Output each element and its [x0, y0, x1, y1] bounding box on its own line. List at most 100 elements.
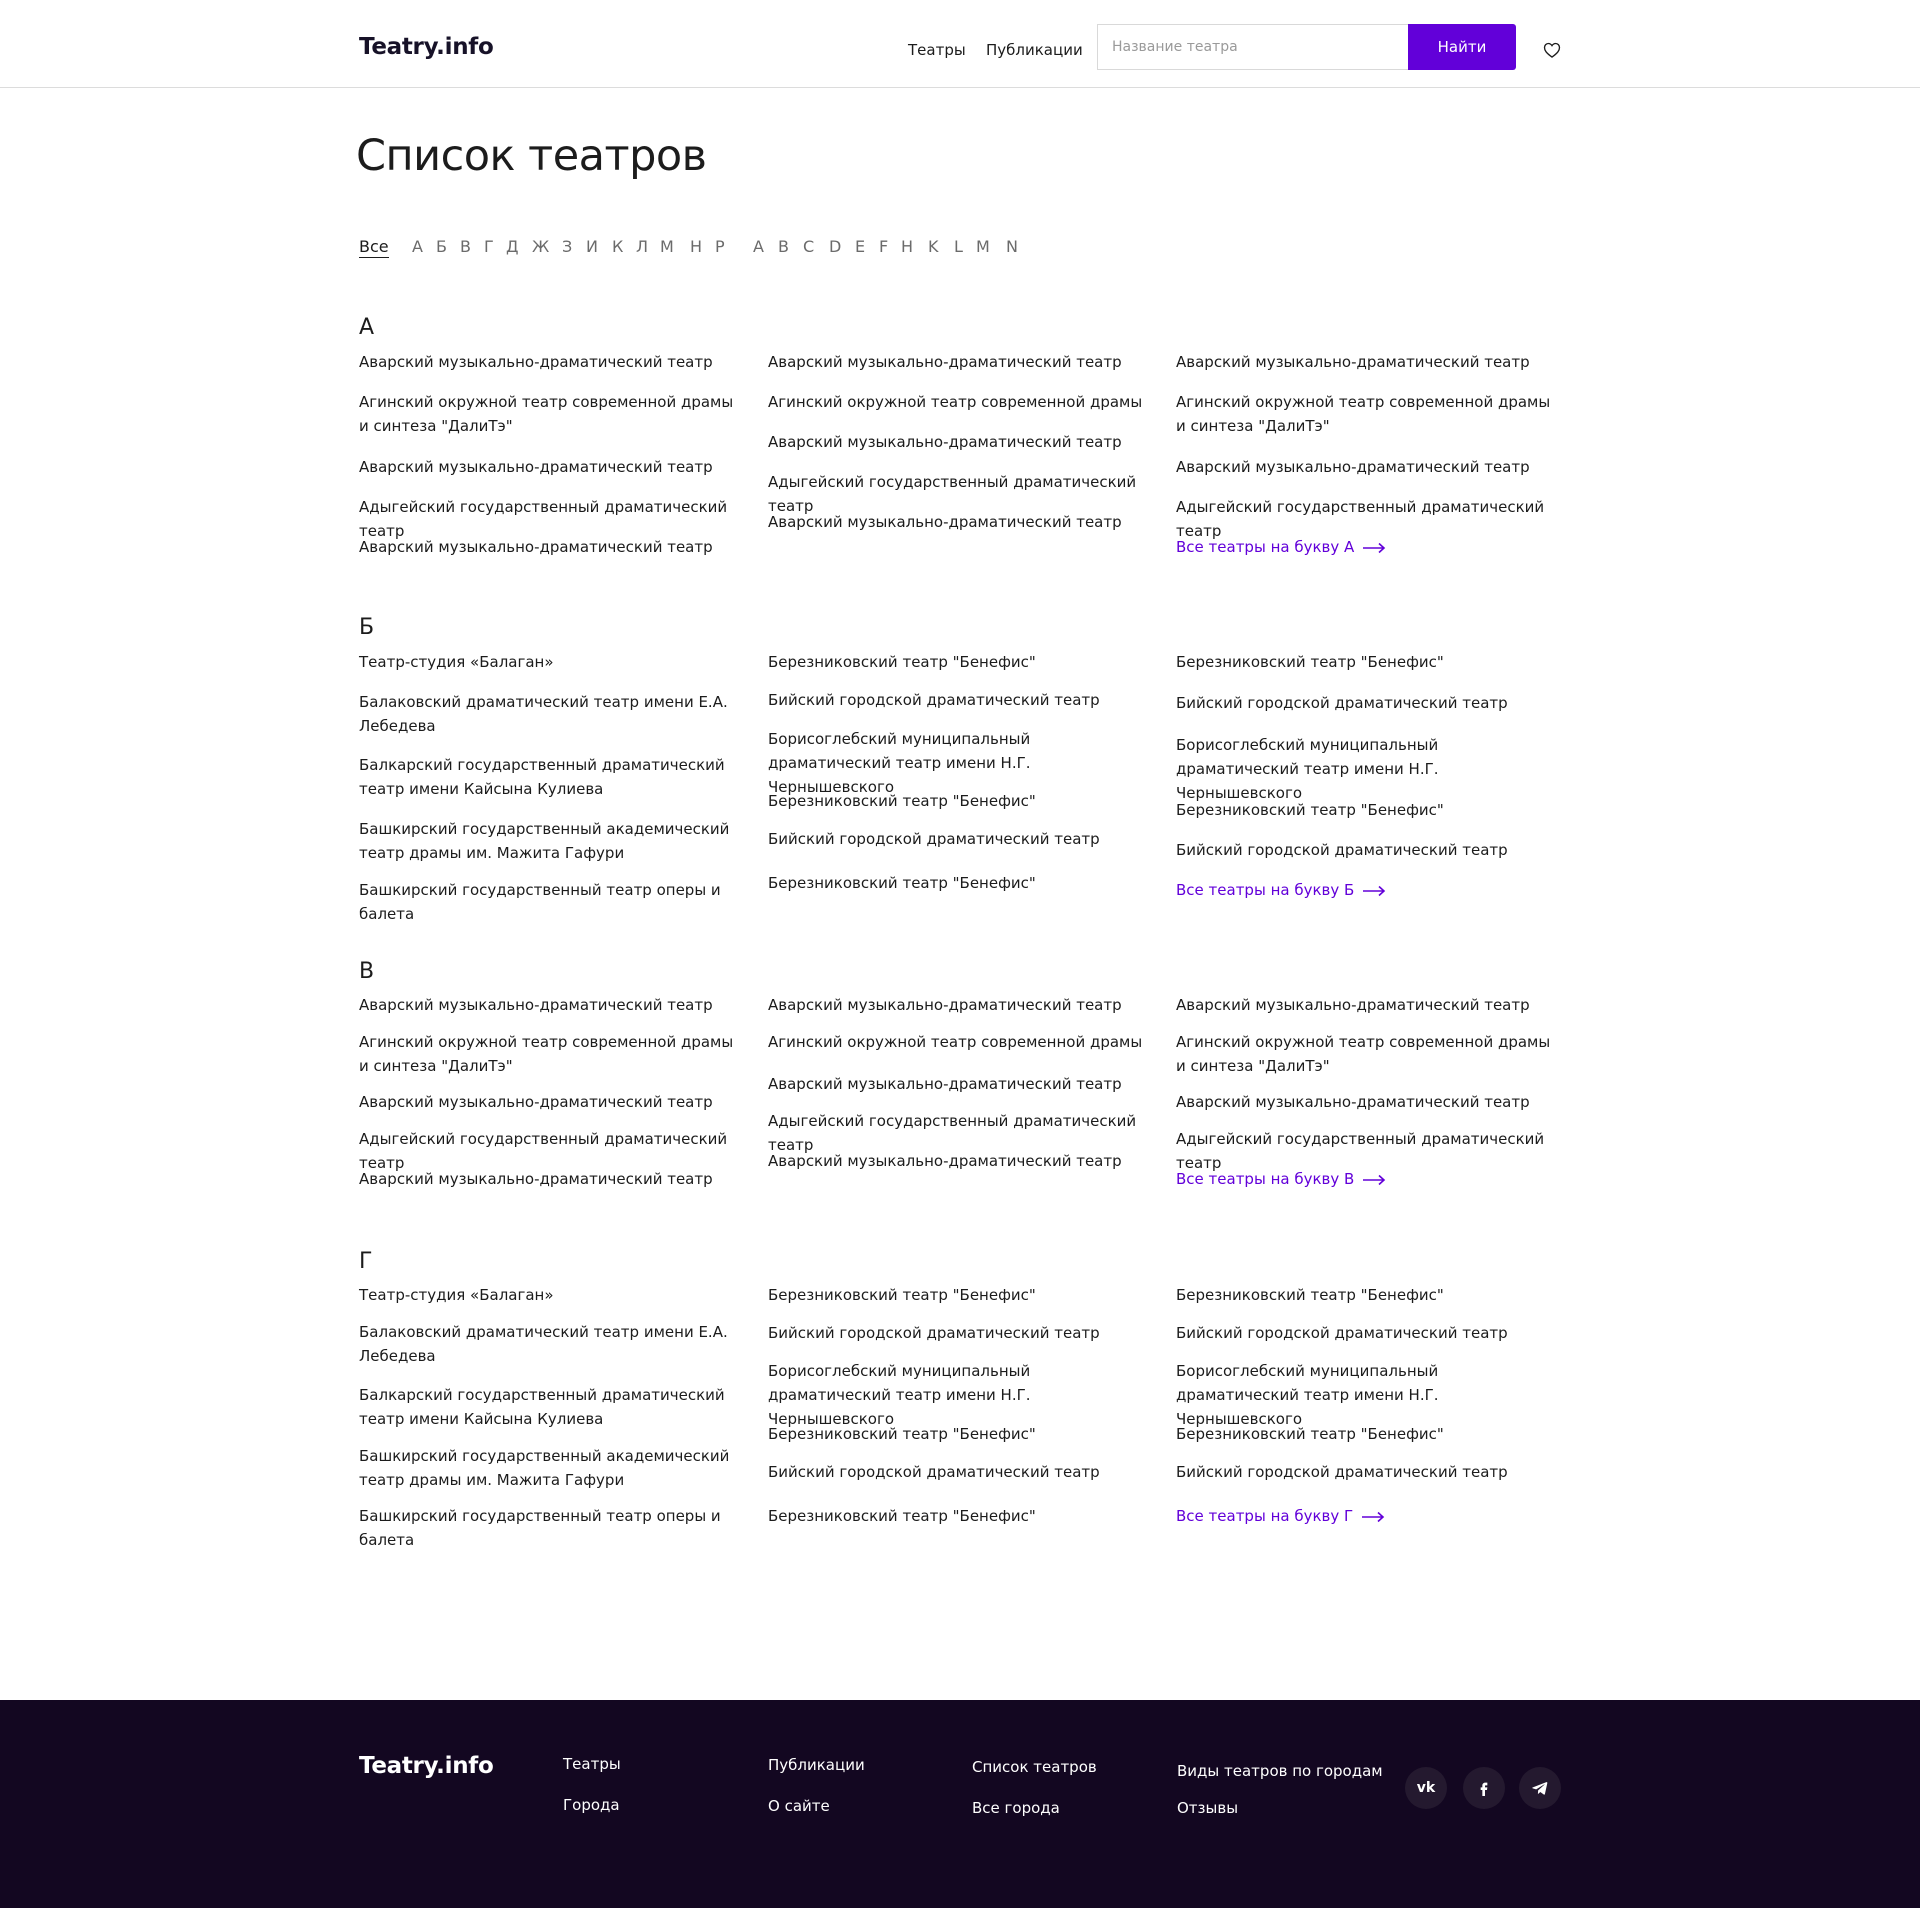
footer-logo[interactable]: Teatry.info: [359, 1751, 494, 1781]
theatre-link[interactable]: Березниковский театр "Бенефис": [1176, 798, 1561, 822]
theatre-link[interactable]: Аварский музыкально-драматический театр: [1176, 455, 1561, 479]
nav-theatres[interactable]: Театры: [908, 40, 966, 60]
theatre-link[interactable]: Бийский городской драматический театр: [1176, 691, 1561, 715]
alphabet-all[interactable]: Все: [359, 236, 389, 258]
theatre-link[interactable]: Балаковский драматический театр имени Е.…: [359, 1320, 744, 1368]
search-input[interactable]: [1097, 24, 1408, 70]
search-button[interactable]: Найти: [1408, 24, 1516, 70]
theatre-link[interactable]: Бийский городской драматический театр: [768, 1321, 1153, 1345]
theatre-link[interactable]: Аварский музыкально-драматический театр: [359, 535, 744, 559]
alphabet-letter[interactable]: B: [778, 236, 789, 258]
all-theatres-by-letter-link[interactable]: Все театры на букву В: [1176, 1167, 1386, 1191]
theatre-link[interactable]: Агинский окружной театр современной драм…: [768, 1030, 1153, 1054]
alphabet-letter[interactable]: Р: [715, 236, 725, 258]
footer-link-all-cities[interactable]: Все города: [972, 1798, 1060, 1818]
theatre-link[interactable]: Аварский музыкально-драматический театр: [359, 455, 744, 479]
telegram-icon[interactable]: [1519, 1767, 1561, 1809]
theatre-link[interactable]: Аварский музыкально-драматический театр: [768, 430, 1153, 454]
footer-link-theatre-types[interactable]: Виды театров по городам: [1177, 1761, 1383, 1781]
theatre-link[interactable]: Березниковский театр "Бенефис": [1176, 1283, 1561, 1307]
theatre-link[interactable]: Бийский городской драматический театр: [768, 1460, 1153, 1484]
theatre-link[interactable]: Березниковский театр "Бенефис": [768, 789, 1153, 813]
heart-icon[interactable]: [1542, 40, 1562, 60]
alphabet-letter[interactable]: К: [612, 236, 623, 258]
theatre-link[interactable]: Башкирский государственный академический…: [359, 1444, 744, 1492]
vk-icon[interactable]: vk: [1405, 1767, 1447, 1809]
theatre-link[interactable]: Березниковский театр "Бенефис": [1176, 650, 1561, 674]
alphabet-letter[interactable]: F: [879, 236, 888, 258]
theatre-link[interactable]: Аварский музыкально-драматический театр: [768, 350, 1153, 374]
nav-publications[interactable]: Публикации: [986, 40, 1083, 60]
theatre-link[interactable]: Аварский музыкально-драматический театр: [359, 1090, 744, 1114]
theatre-link[interactable]: Балкарский государственный драматический…: [359, 1383, 744, 1431]
alphabet-letter[interactable]: C: [803, 236, 814, 258]
theatre-link[interactable]: Башкирский государственный театр оперы и…: [359, 878, 744, 926]
theatre-link[interactable]: Балаковский драматический театр имени Е.…: [359, 690, 744, 738]
theatre-link[interactable]: Агинский окружной театр современной драм…: [1176, 390, 1561, 438]
theatre-link[interactable]: Борисоглебский муниципальный драматическ…: [1176, 733, 1561, 805]
alphabet-letter[interactable]: З: [562, 236, 572, 258]
all-theatres-by-letter-link[interactable]: Все театры на букву Б: [1176, 878, 1386, 902]
alphabet-letter[interactable]: L: [954, 236, 963, 258]
theatre-link[interactable]: Борисоглебский муниципальный драматическ…: [768, 1359, 1153, 1431]
alphabet-letter[interactable]: Ж: [532, 236, 549, 258]
theatre-link[interactable]: Аварский музыкально-драматический театр: [768, 1072, 1153, 1096]
theatre-link[interactable]: Аварский музыкально-драматический театр: [359, 1167, 744, 1191]
theatre-link[interactable]: Театр-студия «Балаган»: [359, 650, 744, 674]
facebook-icon[interactable]: [1463, 1767, 1505, 1809]
theatre-link[interactable]: Аварский музыкально-драматический театр: [1176, 993, 1561, 1017]
theatre-link[interactable]: Березниковский театр "Бенефис": [1176, 1422, 1561, 1446]
theatre-link[interactable]: Бийский городской драматический театр: [1176, 1460, 1561, 1484]
theatre-link[interactable]: Аварский музыкально-драматический театр: [1176, 350, 1561, 374]
alphabet-letter[interactable]: А: [412, 236, 423, 258]
theatre-link[interactable]: Аварский музыкально-драматический театр: [768, 510, 1153, 534]
alphabet-letter[interactable]: K: [928, 236, 939, 258]
theatre-link[interactable]: Березниковский театр "Бенефис": [768, 1504, 1153, 1528]
alphabet-letter[interactable]: И: [586, 236, 598, 258]
theatre-link[interactable]: Балкарский государственный драматический…: [359, 753, 744, 801]
footer-link-about[interactable]: О сайте: [768, 1796, 830, 1816]
footer-link-reviews[interactable]: Отзывы: [1177, 1798, 1238, 1818]
theatre-link[interactable]: Аварский музыкально-драматический театр: [1176, 1090, 1561, 1114]
all-theatres-by-letter-link[interactable]: Все театры на букву Г: [1176, 1504, 1385, 1528]
theatre-link[interactable]: Аварский музыкально-драматический театр: [359, 993, 744, 1017]
footer-link-cities[interactable]: Города: [563, 1795, 620, 1815]
footer-link-theatres[interactable]: Театры: [563, 1754, 621, 1774]
alphabet-letter[interactable]: Г: [484, 236, 494, 258]
theatre-link[interactable]: Бийский городской драматический театр: [1176, 838, 1561, 862]
alphabet-letter[interactable]: D: [829, 236, 841, 258]
alphabet-letter[interactable]: N: [1006, 236, 1018, 258]
theatre-link[interactable]: Агинский окружной театр современной драм…: [1176, 1030, 1561, 1078]
theatre-link[interactable]: Аварский музыкально-драматический театр: [768, 993, 1153, 1017]
site-logo[interactable]: Teatry.info: [359, 32, 494, 62]
alphabet-letter[interactable]: M: [976, 236, 990, 258]
alphabet-letter[interactable]: В: [460, 236, 471, 258]
alphabet-letter[interactable]: H: [901, 236, 913, 258]
theatre-link[interactable]: Березниковский театр "Бенефис": [768, 1283, 1153, 1307]
theatre-link[interactable]: Агинский окружной театр современной драм…: [768, 390, 1153, 414]
theatre-link[interactable]: Березниковский театр "Бенефис": [768, 1422, 1153, 1446]
theatre-link[interactable]: Театр-студия «Балаган»: [359, 1283, 744, 1307]
alphabet-letter[interactable]: Л: [636, 236, 648, 258]
alphabet-letter[interactable]: Н: [690, 236, 702, 258]
alphabet-letter[interactable]: A: [753, 236, 764, 258]
theatre-link[interactable]: Аварский музыкально-драматический театр: [768, 1149, 1153, 1173]
theatre-link[interactable]: Башкирский государственный академический…: [359, 817, 744, 865]
theatre-link[interactable]: Бийский городской драматический театр: [768, 827, 1153, 851]
theatre-link[interactable]: Березниковский театр "Бенефис": [768, 871, 1153, 895]
theatre-link[interactable]: Агинский окружной театр современной драм…: [359, 390, 744, 438]
alphabet-letter[interactable]: Д: [506, 236, 519, 258]
footer-link-theatre-list[interactable]: Список театров: [972, 1757, 1097, 1777]
theatre-link[interactable]: Башкирский государственный театр оперы и…: [359, 1504, 744, 1552]
alphabet-letter[interactable]: М: [660, 236, 674, 258]
theatre-link[interactable]: Бийский городской драматический театр: [768, 688, 1153, 712]
all-theatres-by-letter-link[interactable]: Все театры на букву А: [1176, 535, 1386, 559]
alphabet-letter[interactable]: E: [855, 236, 865, 258]
theatre-link[interactable]: Березниковский театр "Бенефис": [768, 650, 1153, 674]
footer-link-publications[interactable]: Публикации: [768, 1755, 865, 1775]
alphabet-letter[interactable]: Б: [436, 236, 447, 258]
theatre-link[interactable]: Агинский окружной театр современной драм…: [359, 1030, 744, 1078]
theatre-link[interactable]: Аварский музыкально-драматический театр: [359, 350, 744, 374]
theatre-link[interactable]: Борисоглебский муниципальный драматическ…: [1176, 1359, 1561, 1431]
theatre-link[interactable]: Бийский городской драматический театр: [1176, 1321, 1561, 1345]
